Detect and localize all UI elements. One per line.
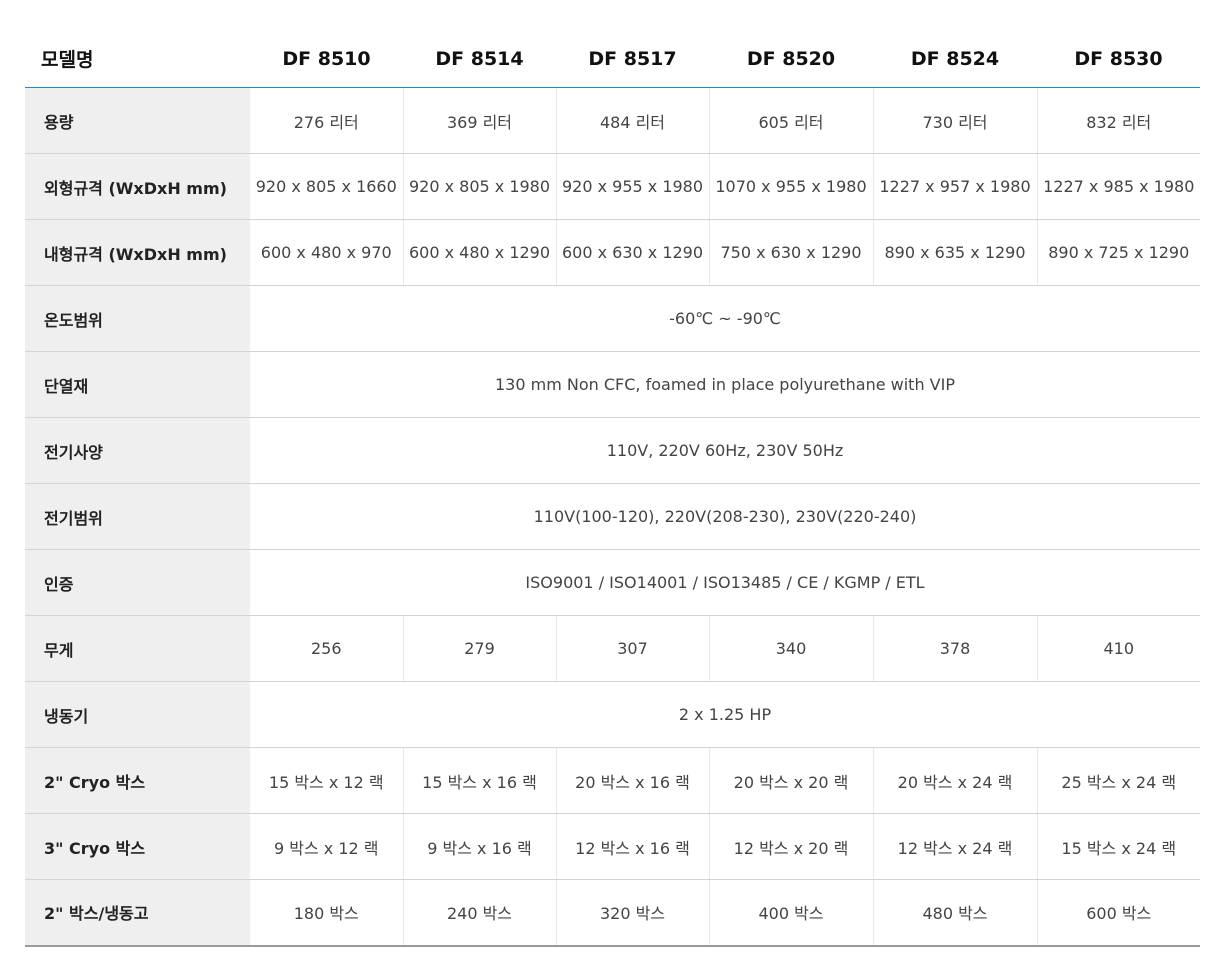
table-cell: 890 x 635 x 1290 [872, 219, 1037, 286]
table-cell: 240 박스 [402, 879, 556, 947]
table-cell: 600 x 480 x 1290 [402, 219, 556, 286]
row-label: 용량 [25, 87, 250, 154]
table-cell: 480 박스 [872, 879, 1037, 947]
row-label: 단열재 [25, 351, 250, 418]
row-electrical-spec: 전기사양 110V, 220V 60Hz, 230V 50Hz [25, 417, 1200, 484]
row-exterior: 외형규격 (WxDxH mm) 920 x 805 x 1660 920 x 8… [25, 153, 1200, 220]
table-cell: 400 박스 [708, 879, 873, 947]
table-cell: 1227 x 985 x 1980 [1036, 153, 1200, 220]
row-refrigeration: 냉동기 2 x 1.25 HP [25, 681, 1200, 748]
table-cell: 279 [402, 615, 556, 682]
row-boxes-per-freezer: 2" 박스/냉동고 180 박스 240 박스 320 박스 400 박스 48… [25, 879, 1200, 947]
row-cryo2: 2" Cryo 박스 15 박스 x 12 랙 15 박스 x 16 랙 20 … [25, 747, 1200, 814]
table-cell: 920 x 955 x 1980 [555, 153, 709, 220]
row-label: 전기범위 [25, 483, 250, 550]
model-header: DF 8517 [556, 30, 709, 88]
row-label: 2" Cryo 박스 [25, 747, 250, 814]
row-interior: 내형규격 (WxDxH mm) 600 x 480 x 970 600 x 48… [25, 219, 1200, 286]
table-cell: 378 [872, 615, 1037, 682]
table-cell: 20 박스 x 16 랙 [555, 747, 709, 814]
merged-cell: 110V, 220V 60Hz, 230V 50Hz [250, 417, 1200, 484]
row-label: 무게 [25, 615, 250, 682]
table-cell: 730 리터 [872, 87, 1037, 154]
table-cell: 25 박스 x 24 랙 [1036, 747, 1200, 814]
table-cell: 276 리터 [250, 87, 403, 154]
table-cell: 256 [250, 615, 403, 682]
row-insulation: 단열재 130 mm Non CFC, foamed in place poly… [25, 351, 1200, 418]
merged-cell: 110V(100-120), 220V(208-230), 230V(220-2… [250, 483, 1200, 550]
table-cell: 320 박스 [555, 879, 709, 947]
table-cell: 1070 x 955 x 1980 [708, 153, 873, 220]
row-cryo3: 3" Cryo 박스 9 박스 x 12 랙 9 박스 x 16 랙 12 박스… [25, 813, 1200, 880]
table-cell: 15 박스 x 12 랙 [250, 747, 403, 814]
row-label: 외형규격 (WxDxH mm) [25, 153, 250, 220]
table-cell: 600 x 630 x 1290 [555, 219, 709, 286]
table-cell: 9 박스 x 16 랙 [402, 813, 556, 880]
table-cell: 9 박스 x 12 랙 [250, 813, 403, 880]
table-cell: 1227 x 957 x 1980 [872, 153, 1037, 220]
row-label: 내형규격 (WxDxH mm) [25, 219, 250, 286]
table-cell: 20 박스 x 20 랙 [708, 747, 873, 814]
row-certification: 인증 ISO9001 / ISO14001 / ISO13485 / CE / … [25, 549, 1200, 616]
table-cell: 605 리터 [708, 87, 873, 154]
row-label: 3" Cryo 박스 [25, 813, 250, 880]
table-cell: 484 리터 [555, 87, 709, 154]
spec-table: 모델명 DF 8510 DF 8514 DF 8517 DF 8520 DF 8… [25, 30, 1200, 947]
model-header: DF 8524 [873, 30, 1037, 88]
model-header: DF 8520 [709, 30, 873, 88]
header-row: 모델명 DF 8510 DF 8514 DF 8517 DF 8520 DF 8… [25, 30, 1200, 88]
table-cell: 180 박스 [250, 879, 403, 947]
table-cell: 832 리터 [1036, 87, 1200, 154]
row-temp-range: 온도범위 -60℃ ~ -90℃ [25, 285, 1200, 352]
merged-cell: ISO9001 / ISO14001 / ISO13485 / CE / KGM… [250, 549, 1200, 616]
table-cell: 410 [1036, 615, 1200, 682]
row-electrical-range: 전기범위 110V(100-120), 220V(208-230), 230V(… [25, 483, 1200, 550]
table-cell: 340 [708, 615, 873, 682]
table-cell: 15 박스 x 16 랙 [402, 747, 556, 814]
table-cell: 600 x 480 x 970 [250, 219, 403, 286]
table-cell: 600 박스 [1036, 879, 1200, 947]
model-header: DF 8514 [403, 30, 556, 88]
table-cell: 920 x 805 x 1980 [402, 153, 556, 220]
model-header: DF 8530 [1037, 30, 1200, 88]
merged-cell: -60℃ ~ -90℃ [250, 285, 1200, 352]
row-capacity: 용량 276 리터 369 리터 484 리터 605 리터 730 리터 83… [25, 87, 1200, 154]
merged-cell: 130 mm Non CFC, foamed in place polyuret… [250, 351, 1200, 418]
table-cell: 12 박스 x 24 랙 [872, 813, 1037, 880]
table-cell: 15 박스 x 24 랙 [1036, 813, 1200, 880]
table-cell: 750 x 630 x 1290 [708, 219, 873, 286]
table-cell: 890 x 725 x 1290 [1036, 219, 1200, 286]
merged-cell: 2 x 1.25 HP [250, 681, 1200, 748]
table-cell: 12 박스 x 20 랙 [708, 813, 873, 880]
row-weight: 무게 256 279 307 340 378 410 [25, 615, 1200, 682]
table-cell: 920 x 805 x 1660 [250, 153, 403, 220]
row-label: 온도범위 [25, 285, 250, 352]
table-cell: 369 리터 [402, 87, 556, 154]
table-cell: 307 [555, 615, 709, 682]
row-label: 전기사양 [25, 417, 250, 484]
model-name-header: 모델명 [25, 30, 250, 88]
table-cell: 12 박스 x 16 랙 [555, 813, 709, 880]
model-header: DF 8510 [250, 30, 403, 88]
row-label: 냉동기 [25, 681, 250, 748]
row-label: 2" 박스/냉동고 [25, 879, 250, 947]
row-label: 인증 [25, 549, 250, 616]
table-cell: 20 박스 x 24 랙 [872, 747, 1037, 814]
